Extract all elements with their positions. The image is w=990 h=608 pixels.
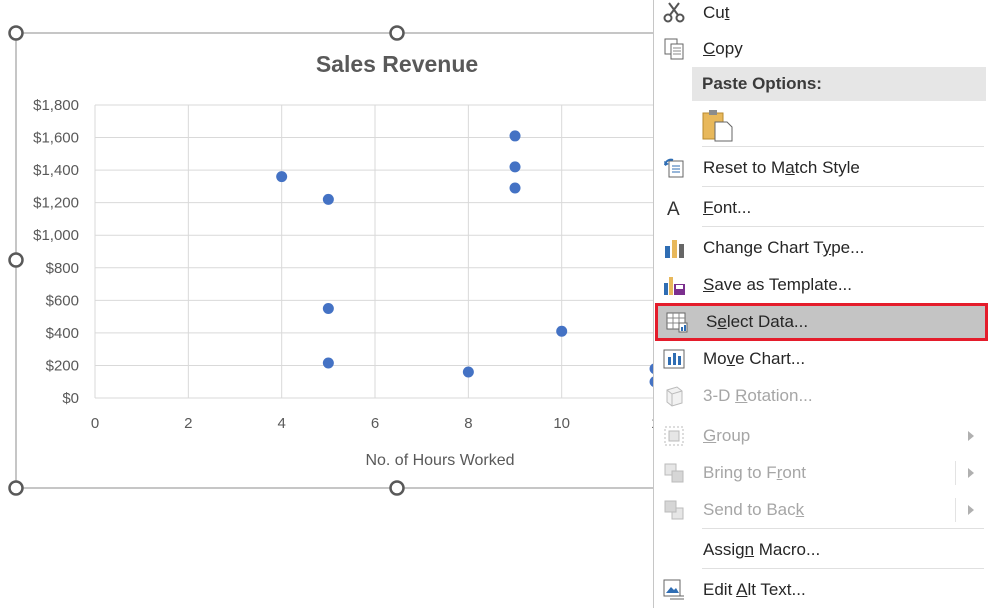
rotation-icon	[661, 383, 687, 409]
menu-item-label: Edit Alt Text...	[703, 580, 806, 599]
move-chart-icon	[661, 346, 687, 372]
y-tick-label: $1,000	[33, 227, 79, 244]
menu-item-label: 3-D Rotation...	[703, 386, 813, 405]
resize-handle[interactable]	[8, 480, 24, 496]
menu-separator	[702, 226, 984, 227]
x-tick-label: 4	[278, 415, 286, 432]
menu-item-rotation[interactable]: 3-D Rotation...	[655, 379, 988, 413]
y-tick-label: $1,400	[33, 162, 79, 179]
menu-item-label: Select Data...	[706, 312, 809, 331]
font-icon: A	[661, 195, 687, 221]
submenu-arrow-icon	[968, 505, 974, 515]
bring-front-icon	[661, 460, 687, 486]
menu-item-assign-macro[interactable]: Assign Macro...	[655, 532, 988, 568]
resize-handle[interactable]	[389, 25, 405, 41]
scissors-icon	[661, 0, 687, 26]
submenu-divider	[955, 498, 956, 522]
resize-handle[interactable]	[389, 480, 405, 496]
menu-item-copy[interactable]: Copy	[655, 32, 988, 66]
menu-item-label: Group	[703, 426, 751, 445]
y-tick-label: $200	[46, 357, 79, 374]
copy-icon	[661, 36, 687, 62]
chart-frame[interactable]	[15, 32, 677, 489]
menu-item-label: Reset to Match Style	[703, 158, 860, 177]
scatter-point[interactable]	[509, 182, 521, 194]
resize-handle[interactable]	[8, 25, 24, 41]
menu-item-label: Change Chart Type...	[703, 238, 865, 257]
y-tick-label: $600	[46, 292, 79, 309]
scatter-point[interactable]	[556, 325, 568, 337]
scatter-point[interactable]	[322, 193, 334, 205]
menu-item-reset[interactable]: Reset to Match Style	[655, 150, 988, 186]
menu-item-bring-front[interactable]: Bring to Front	[655, 455, 988, 491]
x-tick-label: 0	[91, 415, 99, 432]
menu-separator	[702, 186, 984, 187]
group-icon	[661, 423, 687, 449]
menu-item-select-data[interactable]: Select Data...	[655, 303, 988, 341]
chart-title[interactable]: Sales Revenue	[316, 51, 478, 77]
x-tick-label: 2	[184, 415, 192, 432]
menu-item-save-template[interactable]: Save as Template...	[655, 268, 988, 302]
y-tick-label: $800	[46, 260, 79, 277]
svg-text:A: A	[667, 199, 680, 220]
menu-item-label: Send to Back	[703, 500, 805, 519]
menu-item-label: Font...	[703, 198, 752, 217]
scatter-point[interactable]	[509, 130, 521, 142]
x-tick-label: 10	[553, 415, 570, 432]
submenu-divider	[955, 461, 956, 485]
x-axis-title[interactable]: No. of Hours Worked	[365, 452, 514, 469]
scatter-point[interactable]	[322, 302, 334, 314]
x-tick-label: 6	[371, 415, 379, 432]
submenu-arrow-icon	[968, 468, 974, 478]
paste-options-label: Paste Options:	[702, 74, 822, 93]
resize-handle[interactable]	[8, 252, 24, 268]
menu-item-font[interactable]: A Font...	[655, 190, 988, 226]
menu-item-group[interactable]: Group	[655, 418, 988, 454]
y-tick-label: $0	[62, 390, 79, 407]
scatter-point[interactable]	[322, 357, 334, 369]
y-tick-label: $1,600	[33, 130, 79, 147]
y-tick-label: $1,200	[33, 195, 79, 212]
menu-separator	[702, 568, 984, 569]
chart-type-icon	[661, 235, 687, 261]
menu-item-send-back[interactable]: Send to Back	[655, 492, 988, 528]
scatter-point[interactable]	[462, 366, 474, 378]
select-data-icon	[664, 309, 690, 335]
menu-item-label: Bring to Front	[703, 463, 807, 482]
menu-item-label: Move Chart...	[703, 349, 806, 368]
alt-text-icon	[661, 577, 687, 603]
y-tick-label: $1,800	[33, 97, 79, 114]
menu-item-change-chart-type[interactable]: Change Chart Type...	[655, 230, 988, 266]
save-template-icon	[661, 272, 687, 298]
menu-item-label: Assign Macro...	[703, 540, 821, 559]
menu-item-move-chart[interactable]: Move Chart...	[655, 342, 988, 376]
menu-item-label: Cut	[703, 3, 730, 22]
x-tick-label: 8	[464, 415, 472, 432]
menu-separator	[702, 146, 984, 147]
scatter-point[interactable]	[276, 171, 288, 183]
menu-item-cut[interactable]: Cut	[655, 0, 988, 26]
menu-item-label: Copy	[703, 39, 743, 58]
submenu-arrow-icon	[968, 431, 974, 441]
clipboard-icon	[701, 108, 735, 147]
y-tick-label: $400	[46, 325, 79, 342]
paste-options-header: Paste Options:	[692, 67, 986, 101]
send-back-icon	[661, 497, 687, 523]
paste-clipboard-button[interactable]	[655, 102, 988, 146]
menu-separator	[702, 528, 984, 529]
context-menu[interactable]: Paste Options: Cut Copy Reset to Match Sty…	[653, 0, 988, 608]
menu-item-alt-text[interactable]: Edit Alt Text...	[655, 572, 988, 608]
menu-item-label: Save as Template...	[703, 275, 852, 294]
reset-style-icon	[661, 155, 687, 181]
scatter-point[interactable]	[509, 161, 521, 173]
